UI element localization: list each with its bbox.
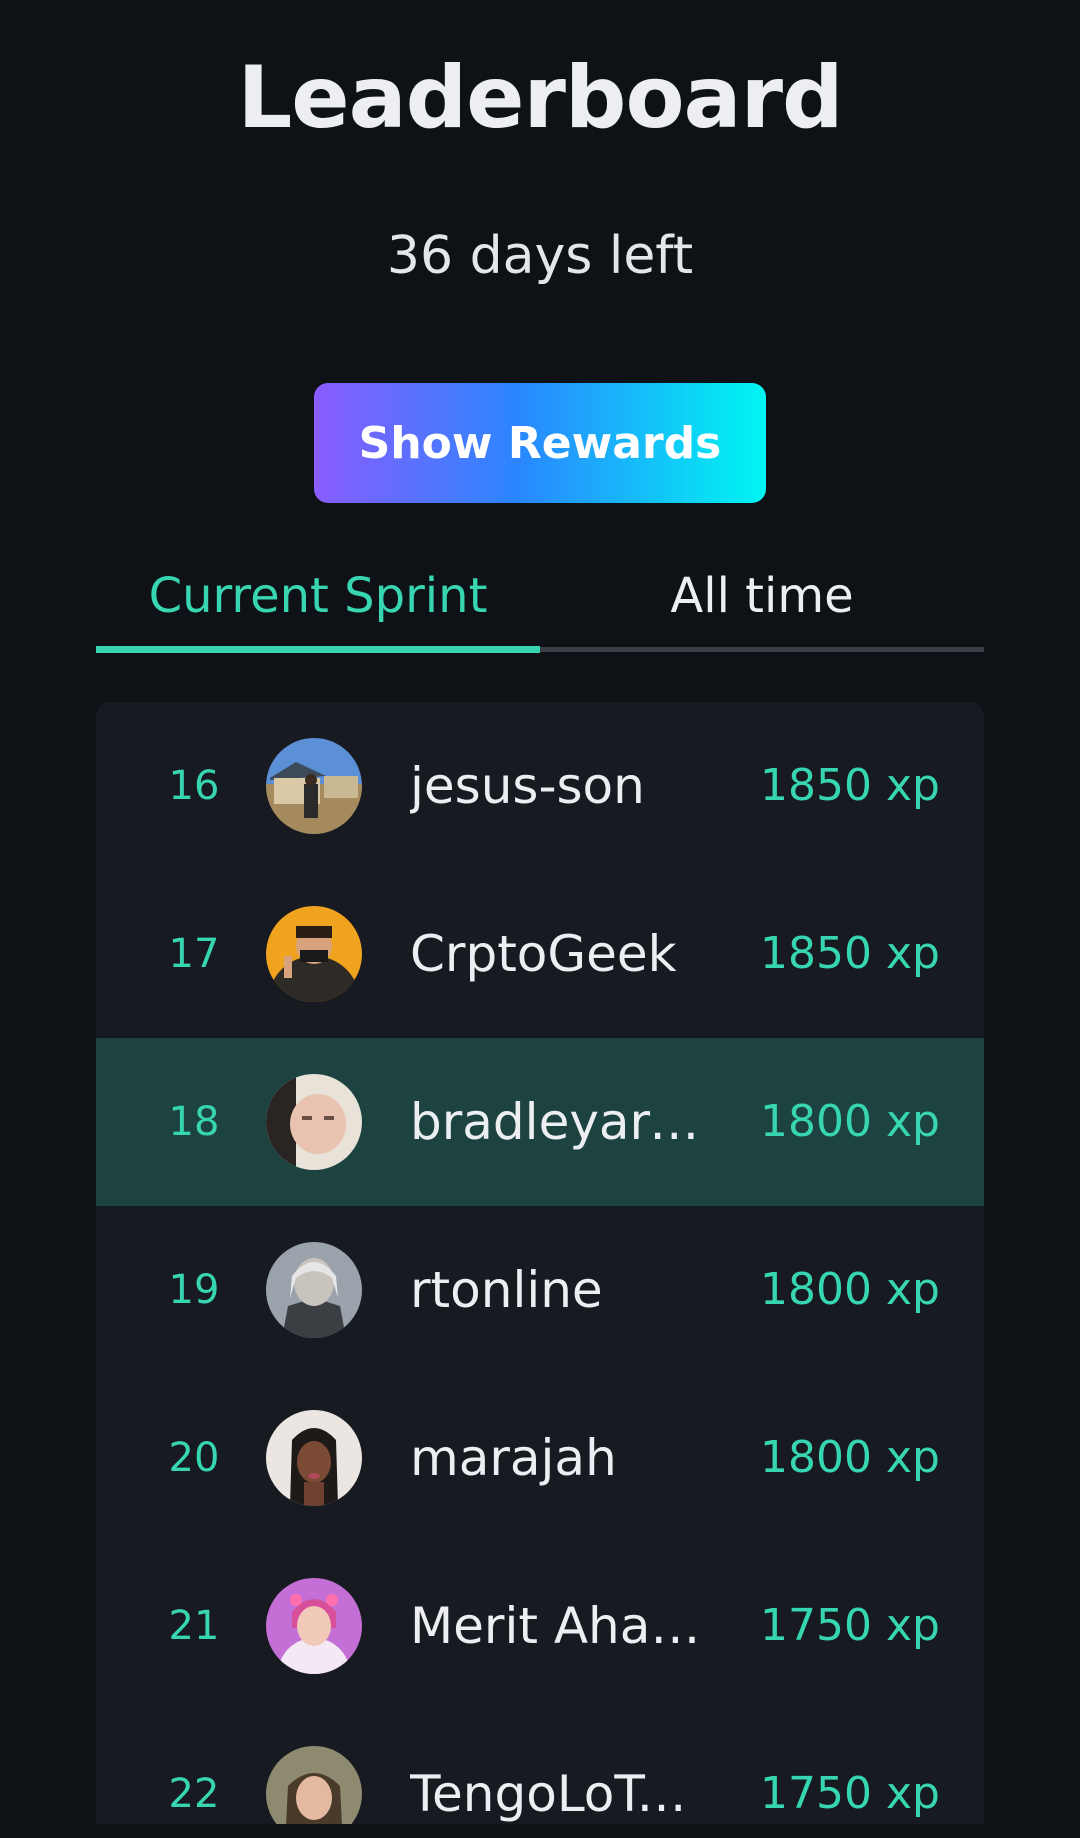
xp-score: 1750 xp (760, 1600, 940, 1651)
leaderboard-tabs: Current Sprint All time (96, 548, 984, 654)
tab-current-sprint[interactable]: Current Sprint (96, 548, 540, 644)
rank-number: 20 (168, 1435, 220, 1481)
leaderboard-row[interactable]: 17 CrptoGeek 1850 xp (96, 870, 984, 1038)
rank-number: 16 (168, 763, 220, 809)
leaderboard-list[interactable]: 16 jesus-son 1850 xp 17 CrptoGeek 1850 x… (96, 702, 984, 1824)
rank-number: 22 (168, 1771, 220, 1817)
avatar[interactable] (266, 1578, 362, 1674)
xp-score: 1800 xp (760, 1432, 940, 1483)
xp-score: 1850 xp (760, 928, 940, 979)
rank-number: 19 (168, 1267, 220, 1313)
leaderboard-row-current-user[interactable]: 18 bradleyarr... 1800 xp (96, 1038, 984, 1206)
tab-all-time[interactable]: All time (540, 548, 984, 644)
leaderboard-row[interactable]: 22 TengoLoTo... 1750 xp (96, 1710, 984, 1824)
leaderboard-row[interactable]: 20 marajah 1800 xp (96, 1374, 984, 1542)
rank-number: 21 (168, 1603, 220, 1649)
show-rewards-button[interactable]: Show Rewards (314, 383, 766, 503)
username: jesus-son (410, 757, 645, 815)
xp-score: 1750 xp (760, 1768, 940, 1819)
leaderboard-row[interactable]: 21 Merit Aham... 1750 xp (96, 1542, 984, 1710)
xp-score: 1850 xp (760, 760, 940, 811)
leaderboard-row[interactable]: 19 rtonline 1800 xp (96, 1206, 984, 1374)
avatar[interactable] (266, 1074, 362, 1170)
username: CrptoGeek (410, 925, 677, 983)
username: marajah (410, 1429, 617, 1487)
username: TengoLoTo... (410, 1765, 710, 1823)
avatar[interactable] (266, 1410, 362, 1506)
rank-number: 17 (168, 931, 220, 977)
active-tab-indicator (96, 646, 540, 653)
leaderboard-row[interactable]: 16 jesus-son 1850 xp (96, 702, 984, 870)
avatar[interactable] (266, 906, 362, 1002)
sprint-countdown: 36 days left (386, 226, 694, 286)
rank-number: 18 (168, 1099, 220, 1145)
xp-score: 1800 xp (760, 1264, 940, 1315)
xp-score: 1800 xp (760, 1096, 940, 1147)
username: Merit Aham... (410, 1597, 710, 1655)
username: rtonline (410, 1261, 603, 1319)
avatar[interactable] (266, 1242, 362, 1338)
username: bradleyarr... (410, 1093, 710, 1151)
page-title: Leaderboard (237, 48, 843, 148)
avatar[interactable] (266, 738, 362, 834)
